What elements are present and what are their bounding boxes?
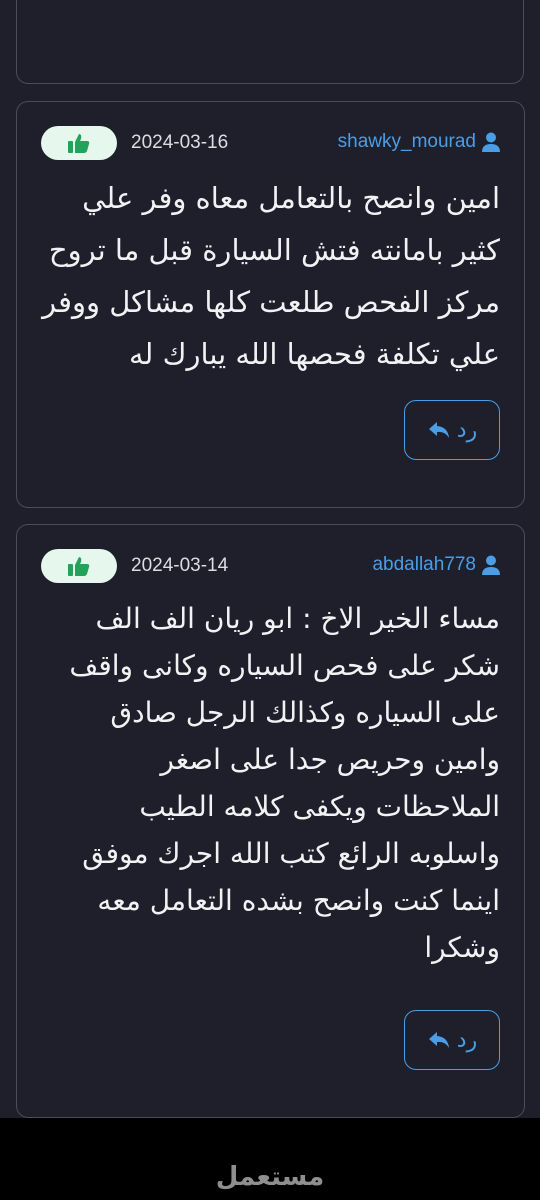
user-icon <box>482 555 500 575</box>
site-watermark-logo: مستعمل <box>215 1162 325 1192</box>
review-text: امين وانصح بالتعامل معاه وفر علي كثير با… <box>42 181 500 371</box>
like-button[interactable] <box>41 126 117 160</box>
reviews-page: 2024-03-16 shawky_mourad امين وانصح بالت… <box>0 0 540 1118</box>
review-header: 2024-03-16 shawky_mourad <box>17 126 524 160</box>
review-date: 2024-03-14 <box>131 555 229 576</box>
author-name[interactable]: abdallah778 <box>372 554 476 576</box>
reply-button[interactable]: رد <box>404 1010 500 1070</box>
review-author[interactable]: shawky_mourad <box>338 131 500 153</box>
previous-review-card <box>16 0 524 84</box>
reply-arrow-icon <box>428 422 449 438</box>
user-icon <box>482 132 500 152</box>
reply-button[interactable]: رد <box>404 400 500 460</box>
reply-arrow-icon <box>428 1032 449 1048</box>
like-button[interactable] <box>41 549 117 583</box>
reply-label: رد <box>456 417 478 443</box>
review-card: 2024-03-16 shawky_mourad امين وانصح بالت… <box>16 101 525 508</box>
review-date: 2024-03-16 <box>131 132 229 153</box>
review-text: مساء الخير الاخ : ابو ريان الف الف شكر ع… <box>69 602 500 964</box>
review-card: 2024-03-14 abdallah778 مساء الخير الاخ :… <box>16 524 525 1118</box>
thumbs-up-icon <box>68 557 90 576</box>
thumbs-up-icon <box>68 134 90 153</box>
review-author[interactable]: abdallah778 <box>372 554 500 576</box>
review-header: 2024-03-14 abdallah778 <box>17 549 524 583</box>
reply-label: رد <box>456 1027 478 1053</box>
author-name[interactable]: shawky_mourad <box>338 131 476 153</box>
